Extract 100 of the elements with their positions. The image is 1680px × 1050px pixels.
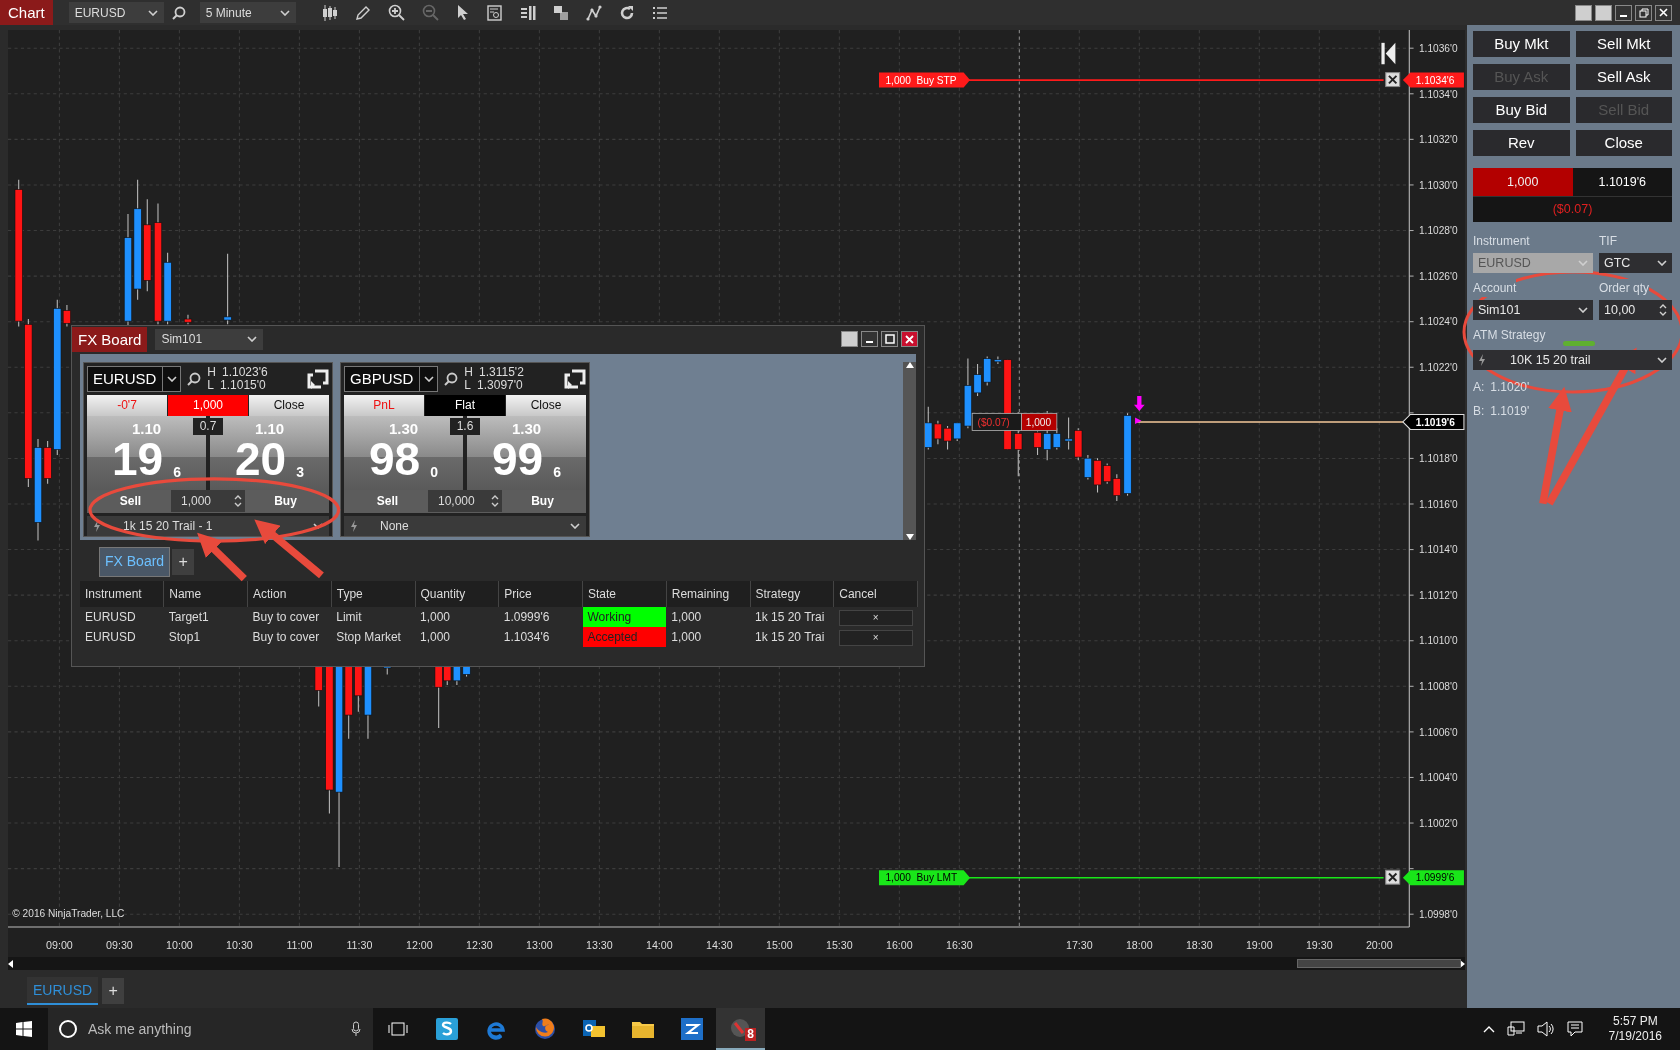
order-button[interactable]: Sell Mkt (1575, 31, 1672, 57)
pnl-cell: -0'7 (87, 395, 167, 416)
candle (1074, 427, 1083, 461)
search-field[interactable]: Ask me anything (48, 1008, 373, 1050)
caret-icon (166, 376, 177, 383)
order-tag[interactable]: 1,000 Buy LMT (879, 870, 971, 886)
microphone-icon[interactable] (351, 1021, 361, 1037)
candle (1064, 416, 1073, 451)
quantity-field[interactable]: 1,000 (171, 490, 245, 513)
high-label: H (464, 366, 474, 380)
panel-toggle-button[interactable] (1575, 4, 1592, 21)
scroll-left-icon[interactable] (8, 959, 14, 968)
close-button[interactable] (901, 331, 918, 347)
order-button[interactable]: Close (1575, 130, 1672, 156)
taskbar-app-button[interactable]: 8 (716, 1008, 765, 1050)
order-button[interactable]: Buy Bid (1473, 97, 1570, 123)
minimize-button[interactable] (861, 331, 878, 347)
time-label: 12:30 (466, 939, 493, 952)
order-button[interactable]: Sell Ask (1575, 64, 1672, 90)
instrument-dropdown[interactable]: EURUSD (68, 2, 164, 23)
zoom-in-icon[interactable] (387, 4, 405, 21)
sell-button[interactable]: Sell (90, 491, 171, 512)
column-header: Strategy (750, 581, 834, 607)
pencil-icon[interactable] (354, 4, 371, 21)
search-icon[interactable] (444, 372, 459, 387)
sell-button[interactable]: Sell (347, 491, 428, 512)
data-box-icon[interactable] (486, 4, 503, 21)
maximize-button[interactable] (881, 331, 898, 347)
time-label: 11:30 (346, 939, 373, 952)
high-price: 1.3115'2 (479, 366, 524, 380)
account-dropdown[interactable]: Sim101 (1473, 300, 1593, 320)
minimize-icon (865, 341, 874, 343)
search-icon[interactable] (171, 5, 186, 20)
close-icon[interactable] (1385, 869, 1401, 885)
table-cell-text: Stop Market (335, 629, 402, 646)
restore-button[interactable] (1635, 4, 1652, 21)
instrument-dropdown[interactable]: EURUSD (87, 366, 182, 393)
scroll-down-icon[interactable] (905, 534, 914, 540)
spinner-icon[interactable] (491, 494, 499, 509)
quantity-field[interactable]: 10,00 (1599, 300, 1672, 320)
price-fraction: 3 (296, 463, 304, 483)
caret-icon (313, 522, 323, 529)
task-view-icon (387, 1021, 408, 1037)
candle (314, 665, 323, 708)
swap-icon[interactable] (564, 369, 586, 390)
tif-dropdown[interactable]: GTC (1599, 253, 1672, 273)
candlestick-icon[interactable] (321, 4, 338, 21)
panel-toggle-button[interactable] (1595, 4, 1612, 21)
scroll-up-icon[interactable] (905, 362, 914, 368)
chart-tab[interactable]: EURUSD (27, 977, 99, 1005)
close-icon[interactable] (1385, 72, 1401, 88)
close-button[interactable] (1655, 4, 1672, 21)
cancel-button[interactable]: × (838, 610, 913, 626)
layers-icon[interactable] (552, 4, 569, 21)
order-button[interactable]: Rev (1473, 130, 1570, 156)
quantity-field[interactable]: 10,000 (428, 490, 502, 513)
close-button[interactable]: Close (249, 395, 329, 416)
list-icon[interactable] (651, 4, 668, 21)
maximize-icon (884, 334, 895, 344)
columns-icon[interactable] (519, 4, 536, 21)
add-tab-button[interactable]: + (102, 978, 125, 1004)
table-cell-text: EURUSD (84, 629, 137, 646)
skip-to-start-icon[interactable] (1381, 42, 1396, 65)
vertical-scrollbar[interactable] (903, 362, 916, 540)
horizontal-scrollbar[interactable] (8, 957, 1465, 970)
chevron-up-icon[interactable] (1482, 1025, 1495, 1033)
table-cell: 1,000 (666, 607, 750, 627)
volume-icon[interactable] (1536, 1021, 1555, 1037)
buy-button[interactable]: Buy (245, 491, 326, 512)
network-icon[interactable] (1506, 1021, 1525, 1037)
table-cell: 1.0999'6 (498, 607, 583, 627)
swap-icon[interactable] (307, 369, 329, 390)
refresh-icon[interactable] (618, 4, 635, 21)
order-tag[interactable]: 1,000 Buy STP (879, 72, 971, 88)
interval-dropdown[interactable]: 5 Minute (199, 2, 296, 23)
minimize-button[interactable] (1615, 4, 1632, 21)
table-cell-text: 1,000 (419, 629, 452, 646)
buy-button[interactable]: Buy (502, 491, 583, 512)
account-dropdown[interactable]: Sim101 (155, 328, 264, 350)
spinner-icon[interactable] (1659, 303, 1667, 317)
notification-icon[interactable] (1566, 1021, 1583, 1037)
atm-strategy-dropdown[interactable]: 10K 15 20 trail (1473, 350, 1672, 370)
close-button[interactable]: Close (506, 395, 586, 416)
state-cell: Working (582, 607, 667, 627)
scroll-right-icon[interactable] (1459, 959, 1465, 968)
atm-strategy-dropdown[interactable]: None (344, 515, 586, 536)
pointer-icon[interactable] (455, 4, 470, 21)
price-label: 1.1034'6 (1415, 74, 1455, 86)
app-icon (729, 1017, 752, 1039)
spinner-icon[interactable] (234, 494, 242, 509)
order-button[interactable]: Buy Mkt (1473, 31, 1570, 57)
panel-toggle-button[interactable] (841, 331, 858, 347)
instrument-dropdown[interactable]: GBPUSD (344, 366, 439, 393)
add-tab-button[interactable]: + (172, 548, 195, 575)
board-tab[interactable]: FX Board (99, 546, 171, 577)
cancel-button[interactable]: × (838, 630, 913, 646)
line-nodes-icon[interactable] (585, 4, 602, 21)
price-label: 1.1034'0 (1418, 88, 1458, 100)
order-line[interactable] (968, 876, 1385, 879)
search-icon[interactable] (187, 372, 202, 387)
